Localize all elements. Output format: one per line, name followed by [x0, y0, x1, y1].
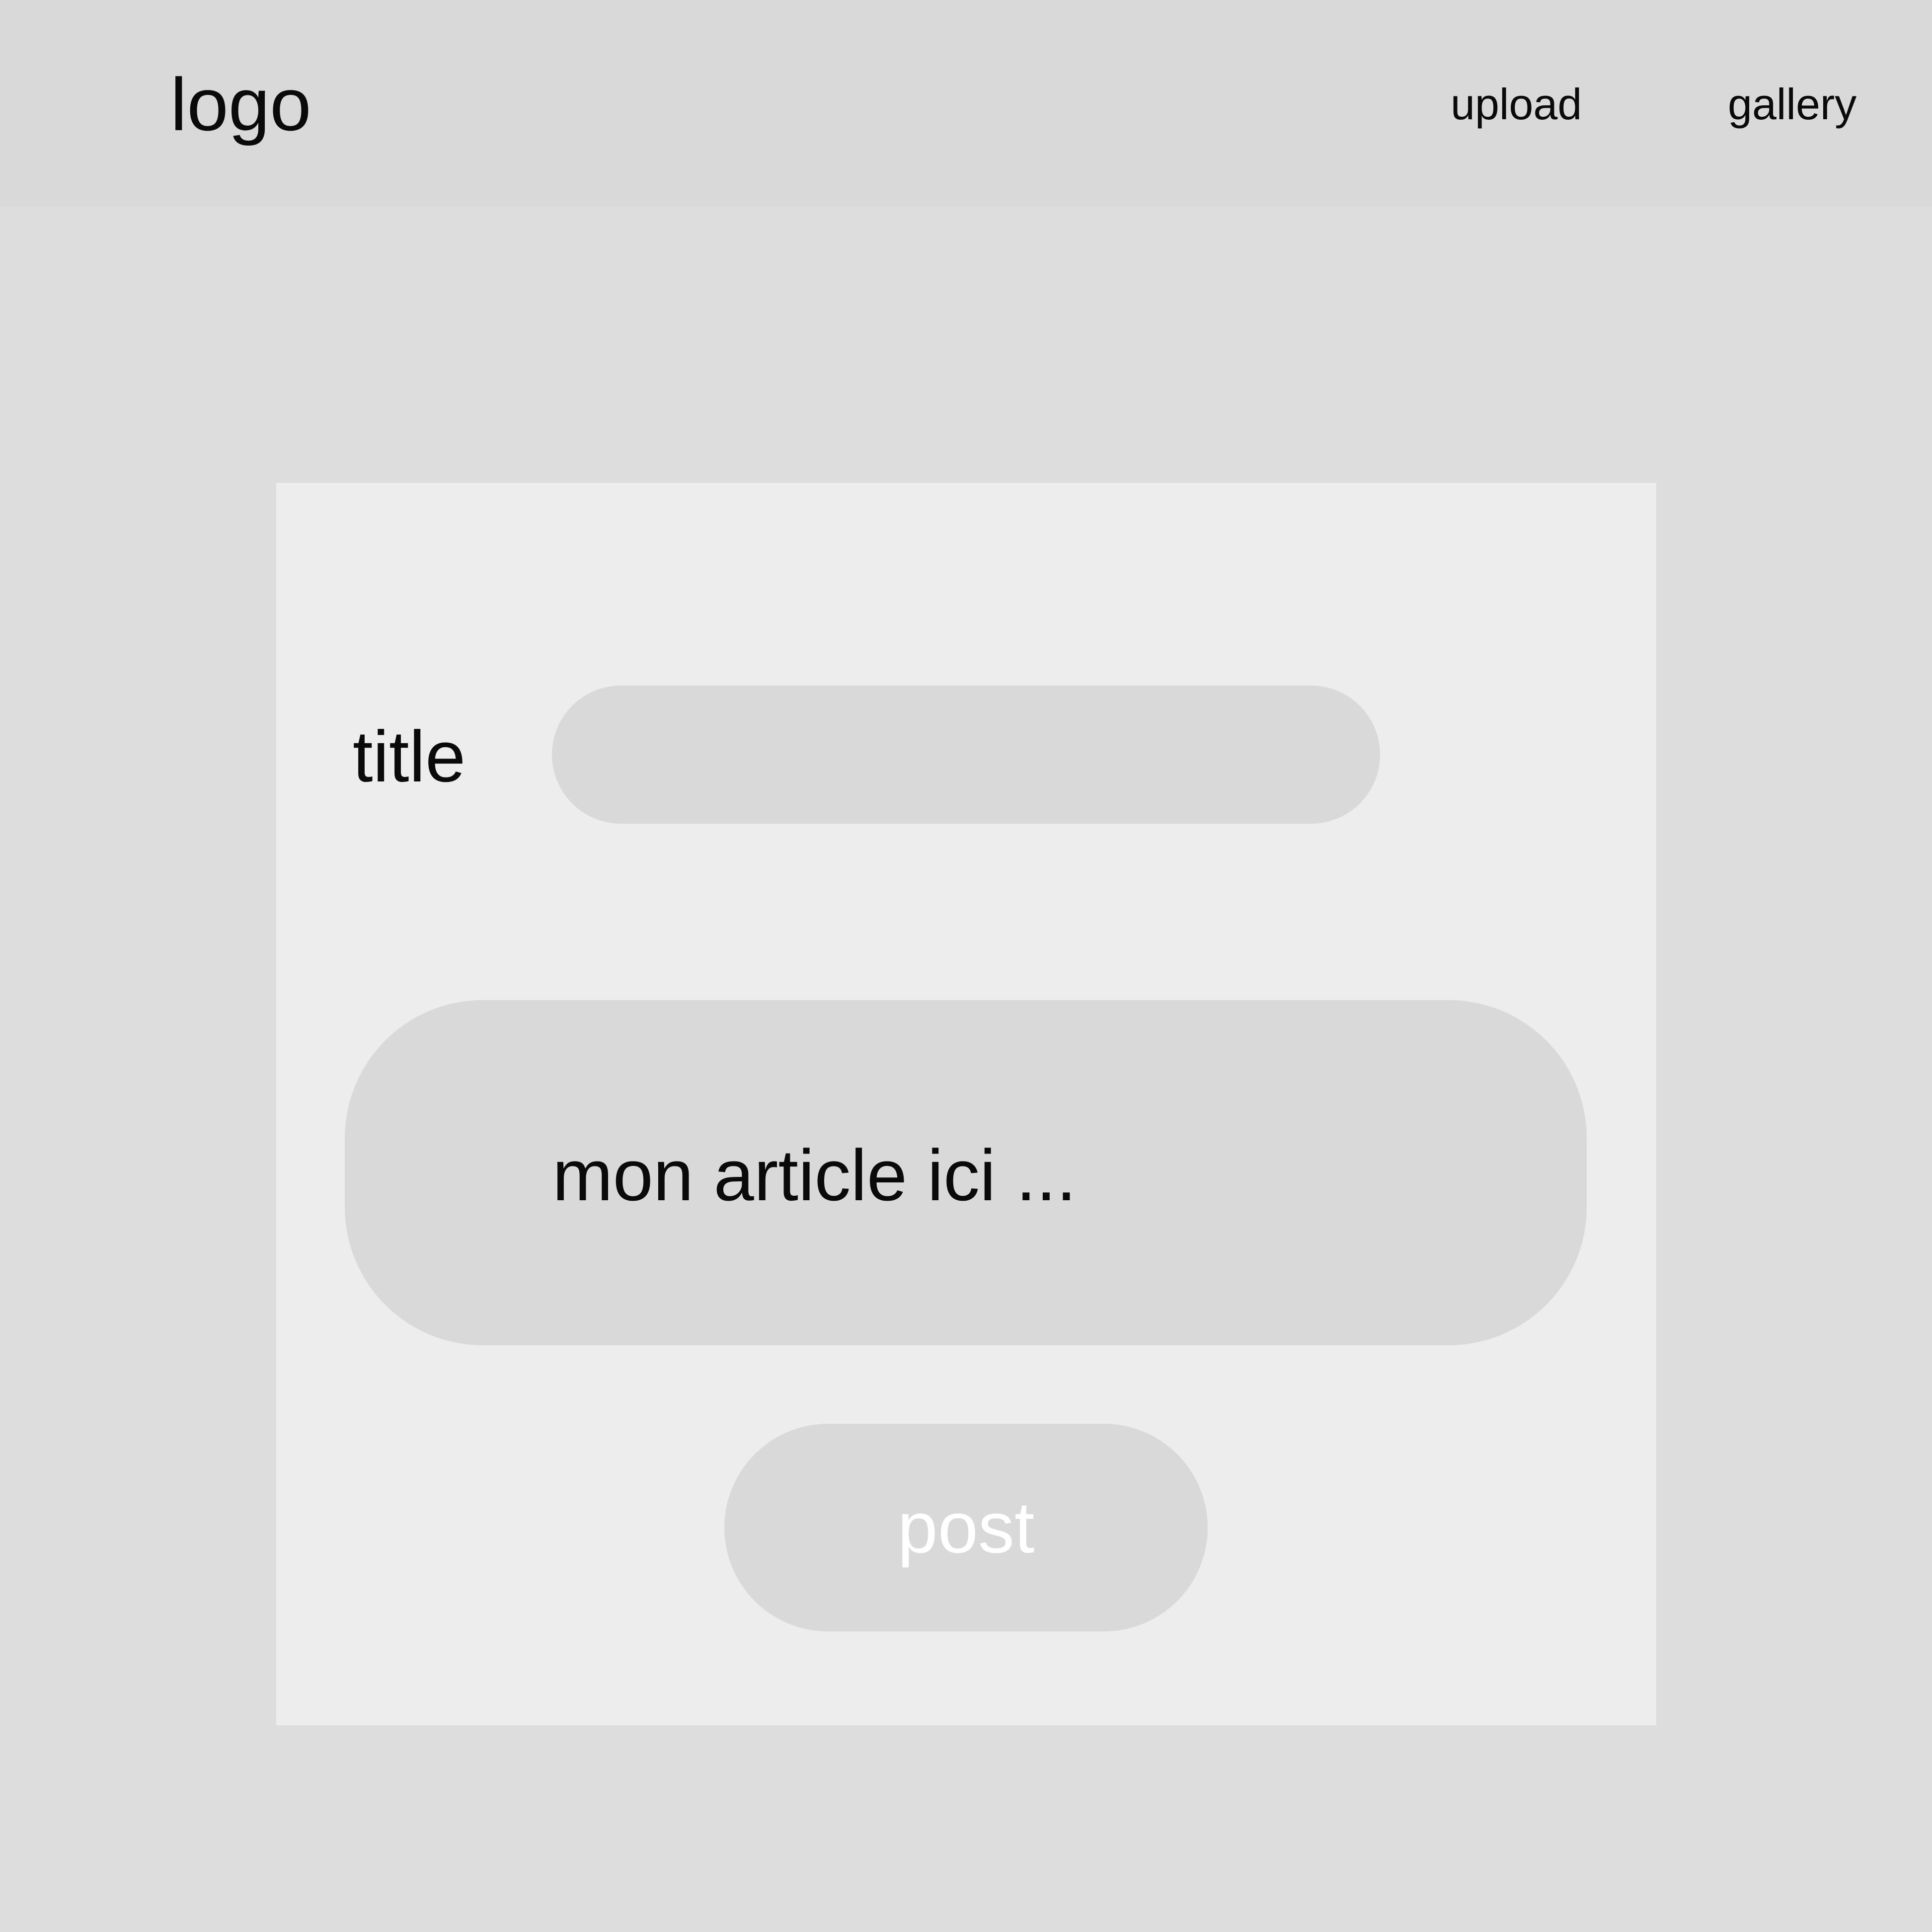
- article-textarea[interactable]: mon article ici ...: [345, 1000, 1587, 1345]
- nav-link-gallery[interactable]: gallery: [1728, 79, 1856, 129]
- post-button[interactable]: post: [724, 1424, 1208, 1631]
- logo[interactable]: logo: [170, 62, 311, 147]
- title-input[interactable]: [552, 686, 1380, 824]
- top-header: logo upload gallery: [0, 0, 1932, 207]
- title-label: title: [353, 716, 466, 797]
- nav-link-upload[interactable]: upload: [1451, 79, 1582, 129]
- article-placeholder: mon article ici ...: [552, 1135, 1077, 1216]
